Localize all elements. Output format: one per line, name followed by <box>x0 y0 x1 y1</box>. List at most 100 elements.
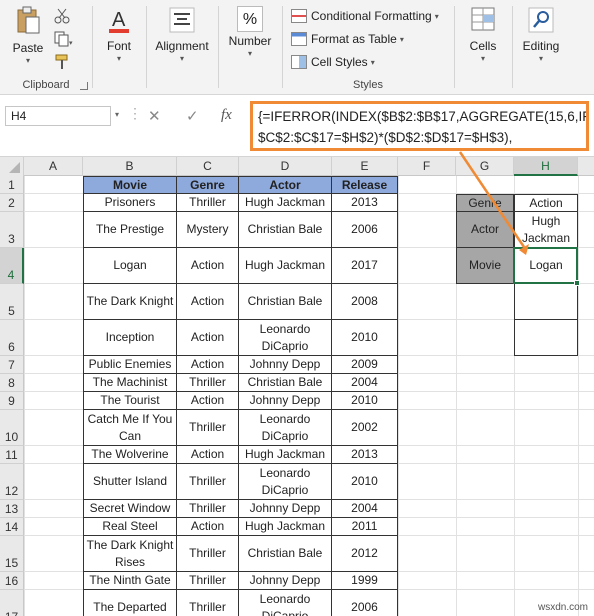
genre-cell[interactable]: Action <box>177 518 239 536</box>
row-header-12[interactable]: 12 <box>0 464 24 500</box>
actor-cell[interactable]: Johnny Depp <box>239 572 332 590</box>
genre-cell[interactable]: Action <box>177 392 239 410</box>
name-box-dropdown-icon[interactable]: ▾ <box>115 110 119 119</box>
row-header-11[interactable]: 11 <box>0 446 24 464</box>
genre-cell[interactable]: Thriller <box>177 536 239 572</box>
cell-styles-button[interactable]: Cell Styles ▾ <box>291 52 375 72</box>
name-box[interactable]: H4 <box>5 106 111 126</box>
column-header-b[interactable]: B <box>83 157 177 176</box>
movie-cell[interactable]: The Departed <box>83 590 177 616</box>
column-header-a[interactable]: A <box>24 157 83 176</box>
genre-cell[interactable]: Thriller <box>177 374 239 392</box>
genre-cell[interactable]: Thriller <box>177 590 239 616</box>
release-cell[interactable]: 2004 <box>332 374 398 392</box>
actor-cell[interactable]: Johnny Depp <box>239 356 332 374</box>
movie-cell[interactable]: Logan <box>83 248 177 284</box>
cancel-icon[interactable]: ✕ <box>148 107 161 125</box>
row-header-1[interactable]: 1 <box>0 176 24 194</box>
row-header-2[interactable]: 2 <box>0 194 24 212</box>
actor-cell[interactable]: Hugh Jackman <box>239 194 332 212</box>
release-cell[interactable]: 2004 <box>332 500 398 518</box>
row-header-6[interactable]: 6 <box>0 320 24 356</box>
genre-cell[interactable]: Action <box>177 446 239 464</box>
genre-cell[interactable]: Action <box>177 248 239 284</box>
release-cell[interactable]: 2009 <box>332 356 398 374</box>
actor-value-cell[interactable]: Hugh Jackman <box>514 212 578 248</box>
movie-header[interactable]: Movie <box>83 176 177 194</box>
copy-icon[interactable]: ▾ <box>54 31 73 47</box>
release-cell[interactable]: 2006 <box>332 590 398 616</box>
genre-header[interactable]: Genre <box>177 176 239 194</box>
release-cell[interactable]: 2013 <box>332 194 398 212</box>
column-header-h[interactable]: H <box>514 157 578 176</box>
genre-cell[interactable]: Thriller <box>177 572 239 590</box>
movie-cell[interactable]: Shutter Island <box>83 464 177 500</box>
movie-cell[interactable]: The Dark Knight Rises <box>83 536 177 572</box>
cut-icon[interactable] <box>54 8 70 24</box>
result-cell[interactable] <box>514 320 578 356</box>
movie-cell[interactable]: Secret Window <box>83 500 177 518</box>
formula-input[interactable]: {=IFERROR(INDEX($B$2:$B$17,AGGREGATE(15,… <box>250 101 589 151</box>
movie-cell[interactable]: Prisoners <box>83 194 177 212</box>
row-header-16[interactable]: 16 <box>0 572 24 590</box>
release-header[interactable]: Release <box>332 176 398 194</box>
release-cell[interactable]: 1999 <box>332 572 398 590</box>
row-header-8[interactable]: 8 <box>0 374 24 392</box>
actor-cell[interactable]: Christian Bale <box>239 212 332 248</box>
genre-cell[interactable]: Action <box>177 284 239 320</box>
genre-cell[interactable]: Thriller <box>177 194 239 212</box>
movie-cell[interactable]: Catch Me If You Can <box>83 410 177 446</box>
genre-cell[interactable]: Thriller <box>177 410 239 446</box>
movie-cell[interactable]: The Wolverine <box>83 446 177 464</box>
row-header-14[interactable]: 14 <box>0 518 24 536</box>
actor-cell[interactable]: Hugh Jackman <box>239 446 332 464</box>
font-button[interactable]: A Font ▾ <box>99 6 139 63</box>
clipboard-launcher-icon[interactable] <box>80 82 88 90</box>
column-header-c[interactable]: C <box>177 157 239 176</box>
movie-label-cell[interactable]: Movie <box>456 248 514 284</box>
actor-cell[interactable]: Leonardo DiCaprio <box>239 464 332 500</box>
movie-cell[interactable]: Inception <box>83 320 177 356</box>
movie-cell[interactable]: The Machinist <box>83 374 177 392</box>
row-header-17[interactable]: 17 <box>0 590 24 616</box>
insert-function-icon[interactable]: fx <box>221 107 232 124</box>
column-header-f[interactable]: F <box>398 157 456 176</box>
release-cell[interactable]: 2010 <box>332 392 398 410</box>
row-header-7[interactable]: 7 <box>0 356 24 374</box>
row-header-4[interactable]: 4 <box>0 248 24 284</box>
actor-cell[interactable]: Christian Bale <box>239 284 332 320</box>
actor-cell[interactable]: Leonardo DiCaprio <box>239 590 332 616</box>
conditional-formatting-button[interactable]: Conditional Formatting ▾ <box>291 6 439 26</box>
genre-cell[interactable]: Action <box>177 320 239 356</box>
genre-cell[interactable]: Action <box>177 356 239 374</box>
movie-cell[interactable]: Real Steel <box>83 518 177 536</box>
genre-cell[interactable]: Thriller <box>177 500 239 518</box>
release-cell[interactable]: 2017 <box>332 248 398 284</box>
movie-cell[interactable]: Public Enemies <box>83 356 177 374</box>
actor-cell[interactable]: Hugh Jackman <box>239 248 332 284</box>
release-cell[interactable]: 2006 <box>332 212 398 248</box>
row-header-3[interactable]: 3 <box>0 212 24 248</box>
release-cell[interactable]: 2002 <box>332 410 398 446</box>
cells-button[interactable]: Cells ▾ <box>463 6 503 63</box>
release-cell[interactable]: 2010 <box>332 464 398 500</box>
editing-button[interactable]: Editing ▾ <box>517 6 565 63</box>
paste-button[interactable]: Paste ▾ <box>8 6 48 65</box>
column-header-g[interactable]: G <box>456 157 514 176</box>
fill-handle[interactable] <box>574 280 580 286</box>
column-header-e[interactable]: E <box>332 157 398 176</box>
number-button[interactable]: % Number ▾ <box>225 6 275 58</box>
actor-cell[interactable]: Johnny Depp <box>239 500 332 518</box>
release-cell[interactable]: 2008 <box>332 284 398 320</box>
row-header-5[interactable]: 5 <box>0 284 24 320</box>
actor-cell[interactable]: Christian Bale <box>239 536 332 572</box>
movie-cell[interactable]: The Prestige <box>83 212 177 248</box>
format-as-table-button[interactable]: Format as Table ▾ <box>291 29 404 49</box>
actor-label-cell[interactable]: Actor <box>456 212 514 248</box>
paste-dropdown-icon[interactable]: ▾ <box>8 56 48 65</box>
result-cell[interactable] <box>514 284 578 320</box>
genre-cell[interactable]: Thriller <box>177 464 239 500</box>
genre-value-cell[interactable]: Action <box>514 194 578 212</box>
release-cell[interactable]: 2010 <box>332 320 398 356</box>
actor-cell[interactable]: Hugh Jackman <box>239 518 332 536</box>
